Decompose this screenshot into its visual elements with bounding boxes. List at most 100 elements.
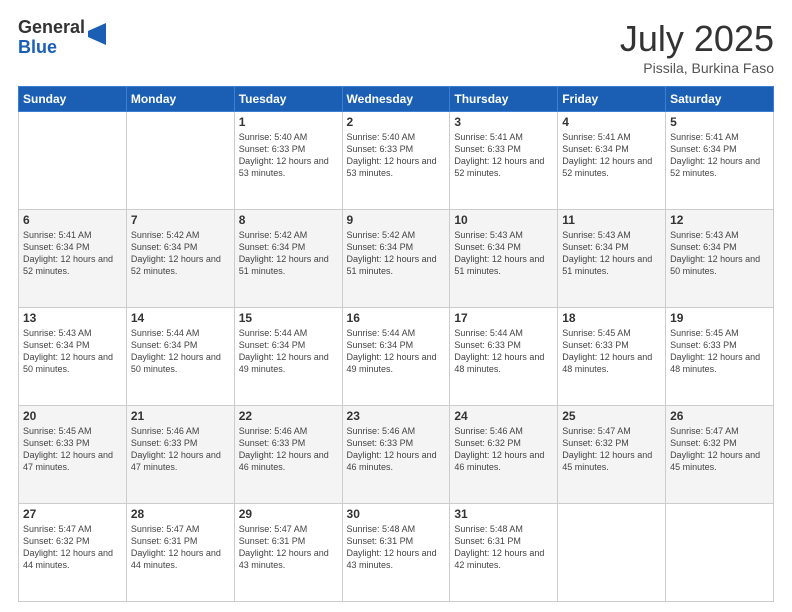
weekday-header: Monday — [126, 87, 234, 112]
calendar-cell: 29 Sunrise: 5:47 AM Sunset: 6:31 PM Dayli… — [234, 504, 342, 602]
logo-text: General Blue — [18, 18, 85, 58]
day-info: Sunrise: 5:46 AM Sunset: 6:33 PM Dayligh… — [347, 426, 437, 472]
day-number: 10 — [454, 213, 553, 227]
day-info: Sunrise: 5:41 AM Sunset: 6:34 PM Dayligh… — [562, 132, 652, 178]
month-title: July 2025 — [620, 18, 774, 60]
day-info: Sunrise: 5:46 AM Sunset: 6:33 PM Dayligh… — [239, 426, 329, 472]
calendar-cell: 26 Sunrise: 5:47 AM Sunset: 6:32 PM Dayli… — [666, 406, 774, 504]
weekday-header: Saturday — [666, 87, 774, 112]
calendar-cell — [666, 504, 774, 602]
calendar-cell: 1 Sunrise: 5:40 AM Sunset: 6:33 PM Daylig… — [234, 112, 342, 210]
day-number: 18 — [562, 311, 661, 325]
calendar-cell: 28 Sunrise: 5:47 AM Sunset: 6:31 PM Dayli… — [126, 504, 234, 602]
day-number: 9 — [347, 213, 446, 227]
logo-blue: Blue — [18, 38, 85, 58]
calendar-cell — [19, 112, 127, 210]
day-info: Sunrise: 5:47 AM Sunset: 6:32 PM Dayligh… — [562, 426, 652, 472]
logo-icon — [88, 23, 106, 45]
day-number: 23 — [347, 409, 446, 423]
calendar-week-row: 6 Sunrise: 5:41 AM Sunset: 6:34 PM Daylig… — [19, 210, 774, 308]
calendar-cell: 12 Sunrise: 5:43 AM Sunset: 6:34 PM Dayli… — [666, 210, 774, 308]
day-number: 24 — [454, 409, 553, 423]
calendar-cell: 19 Sunrise: 5:45 AM Sunset: 6:33 PM Dayli… — [666, 308, 774, 406]
calendar-cell: 6 Sunrise: 5:41 AM Sunset: 6:34 PM Daylig… — [19, 210, 127, 308]
calendar-week-row: 13 Sunrise: 5:43 AM Sunset: 6:34 PM Dayli… — [19, 308, 774, 406]
calendar-cell: 2Sunrise: 5:40 AM Sunset: 6:33 PM Daylig… — [342, 112, 450, 210]
day-info: Sunrise: 5:47 AM Sunset: 6:31 PM Dayligh… — [131, 524, 221, 570]
calendar-cell: 25Sunrise: 5:47 AM Sunset: 6:32 PM Dayli… — [558, 406, 666, 504]
day-number: 22 — [239, 409, 338, 423]
day-number: 7 — [131, 213, 230, 227]
calendar-cell: 16Sunrise: 5:44 AM Sunset: 6:34 PM Dayli… — [342, 308, 450, 406]
day-info: Sunrise: 5:48 AM Sunset: 6:31 PM Dayligh… — [347, 524, 437, 570]
calendar-week-row: 20 Sunrise: 5:45 AM Sunset: 6:33 PM Dayli… — [19, 406, 774, 504]
day-number: 30 — [347, 507, 446, 521]
day-number: 26 — [670, 409, 769, 423]
calendar-cell: 7 Sunrise: 5:42 AM Sunset: 6:34 PM Daylig… — [126, 210, 234, 308]
day-info: Sunrise: 5:46 AM Sunset: 6:32 PM Dayligh… — [454, 426, 544, 472]
calendar-cell: 5Sunrise: 5:41 AM Sunset: 6:34 PM Daylig… — [666, 112, 774, 210]
day-number: 15 — [239, 311, 338, 325]
day-info: Sunrise: 5:43 AM Sunset: 6:34 PM Dayligh… — [454, 230, 544, 276]
day-info: Sunrise: 5:47 AM Sunset: 6:32 PM Dayligh… — [23, 524, 113, 570]
day-info: Sunrise: 5:43 AM Sunset: 6:34 PM Dayligh… — [23, 328, 113, 374]
day-info: Sunrise: 5:45 AM Sunset: 6:33 PM Dayligh… — [23, 426, 113, 472]
day-number: 13 — [23, 311, 122, 325]
day-info: Sunrise: 5:41 AM Sunset: 6:34 PM Dayligh… — [670, 132, 760, 178]
day-info: Sunrise: 5:46 AM Sunset: 6:33 PM Dayligh… — [131, 426, 221, 472]
day-number: 21 — [131, 409, 230, 423]
calendar-cell: 31 Sunrise: 5:48 AM Sunset: 6:31 PM Dayli… — [450, 504, 558, 602]
calendar-cell: 20 Sunrise: 5:45 AM Sunset: 6:33 PM Dayli… — [19, 406, 127, 504]
day-info: Sunrise: 5:47 AM Sunset: 6:32 PM Dayligh… — [670, 426, 760, 472]
weekday-header: Sunday — [19, 87, 127, 112]
day-number: 16 — [347, 311, 446, 325]
day-number: 6 — [23, 213, 122, 227]
day-info: Sunrise: 5:42 AM Sunset: 6:34 PM Dayligh… — [239, 230, 329, 276]
day-number: 17 — [454, 311, 553, 325]
day-number: 12 — [670, 213, 769, 227]
day-info: Sunrise: 5:48 AM Sunset: 6:31 PM Dayligh… — [454, 524, 544, 570]
day-number: 4 — [562, 115, 661, 129]
logo: General Blue — [18, 18, 106, 58]
day-info: Sunrise: 5:43 AM Sunset: 6:34 PM Dayligh… — [670, 230, 760, 276]
calendar-cell: 3 Sunrise: 5:41 AM Sunset: 6:33 PM Daylig… — [450, 112, 558, 210]
day-number: 29 — [239, 507, 338, 521]
day-info: Sunrise: 5:41 AM Sunset: 6:33 PM Dayligh… — [454, 132, 544, 178]
day-info: Sunrise: 5:45 AM Sunset: 6:33 PM Dayligh… — [670, 328, 760, 374]
day-number: 20 — [23, 409, 122, 423]
day-number: 3 — [454, 115, 553, 129]
day-info: Sunrise: 5:42 AM Sunset: 6:34 PM Dayligh… — [131, 230, 221, 276]
calendar-week-row: 1 Sunrise: 5:40 AM Sunset: 6:33 PM Daylig… — [19, 112, 774, 210]
calendar-cell — [126, 112, 234, 210]
calendar-table: SundayMondayTuesdayWednesdayThursdayFrid… — [18, 86, 774, 602]
location: Pissila, Burkina Faso — [620, 60, 774, 76]
day-info: Sunrise: 5:42 AM Sunset: 6:34 PM Dayligh… — [347, 230, 437, 276]
day-info: Sunrise: 5:44 AM Sunset: 6:34 PM Dayligh… — [239, 328, 329, 374]
day-number: 19 — [670, 311, 769, 325]
calendar-cell: 14Sunrise: 5:44 AM Sunset: 6:34 PM Dayli… — [126, 308, 234, 406]
calendar-week-row: 27 Sunrise: 5:47 AM Sunset: 6:32 PM Dayli… — [19, 504, 774, 602]
weekday-header: Wednesday — [342, 87, 450, 112]
day-info: Sunrise: 5:47 AM Sunset: 6:31 PM Dayligh… — [239, 524, 329, 570]
day-number: 31 — [454, 507, 553, 521]
day-info: Sunrise: 5:44 AM Sunset: 6:34 PM Dayligh… — [131, 328, 221, 374]
calendar-cell: 8Sunrise: 5:42 AM Sunset: 6:34 PM Daylig… — [234, 210, 342, 308]
calendar-cell: 9 Sunrise: 5:42 AM Sunset: 6:34 PM Daylig… — [342, 210, 450, 308]
calendar-header-row: SundayMondayTuesdayWednesdayThursdayFrid… — [19, 87, 774, 112]
day-info: Sunrise: 5:43 AM Sunset: 6:34 PM Dayligh… — [562, 230, 652, 276]
day-number: 1 — [239, 115, 338, 129]
calendar-cell: 13 Sunrise: 5:43 AM Sunset: 6:34 PM Dayli… — [19, 308, 127, 406]
calendar-cell: 15 Sunrise: 5:44 AM Sunset: 6:34 PM Dayli… — [234, 308, 342, 406]
calendar-cell — [558, 504, 666, 602]
title-section: July 2025 Pissila, Burkina Faso — [620, 18, 774, 76]
day-info: Sunrise: 5:40 AM Sunset: 6:33 PM Dayligh… — [239, 132, 329, 178]
calendar-cell: 10 Sunrise: 5:43 AM Sunset: 6:34 PM Dayli… — [450, 210, 558, 308]
calendar-cell: 21 Sunrise: 5:46 AM Sunset: 6:33 PM Dayli… — [126, 406, 234, 504]
day-number: 11 — [562, 213, 661, 227]
calendar-cell: 11 Sunrise: 5:43 AM Sunset: 6:34 PM Dayli… — [558, 210, 666, 308]
day-number: 28 — [131, 507, 230, 521]
calendar-cell: 17Sunrise: 5:44 AM Sunset: 6:33 PM Dayli… — [450, 308, 558, 406]
day-number: 27 — [23, 507, 122, 521]
calendar-cell: 23 Sunrise: 5:46 AM Sunset: 6:33 PM Dayli… — [342, 406, 450, 504]
day-info: Sunrise: 5:41 AM Sunset: 6:34 PM Dayligh… — [23, 230, 113, 276]
